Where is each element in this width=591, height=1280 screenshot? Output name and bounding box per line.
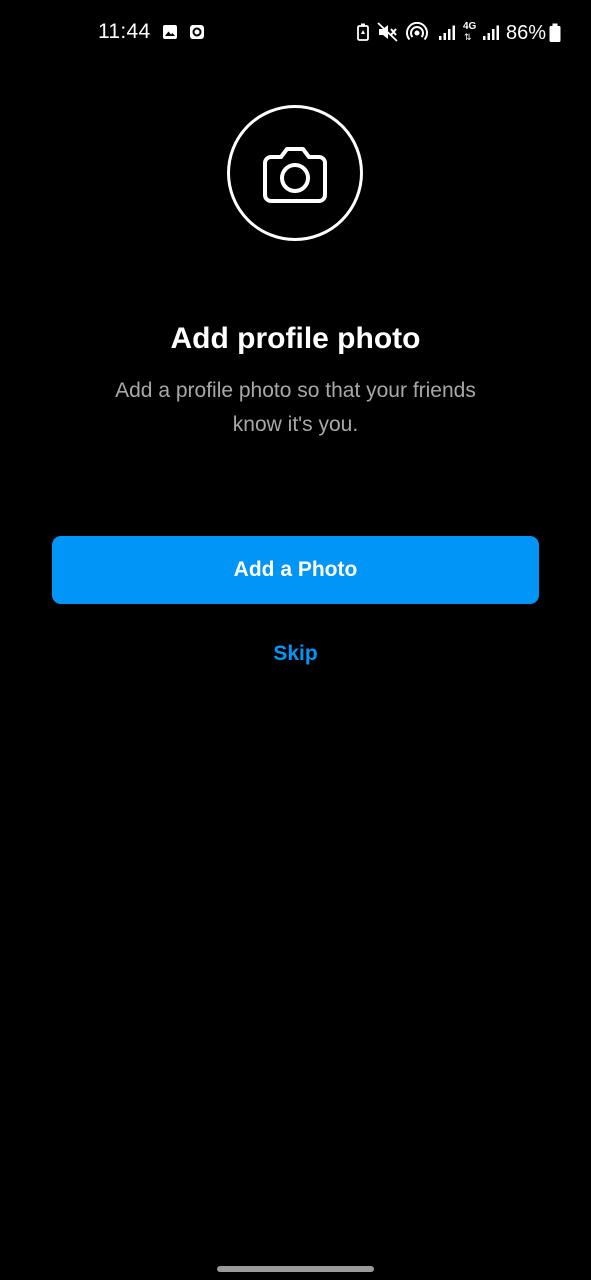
gallery-icon bbox=[162, 24, 178, 45]
signal-icon bbox=[482, 25, 500, 46]
status-time: 11:44 bbox=[98, 20, 151, 43]
status-bar: 11:44 4G ⇅ 86% bbox=[0, 0, 591, 68]
add-photo-button-label: Add a Photo bbox=[233, 558, 358, 581]
camera-icon bbox=[263, 147, 327, 203]
battery-saver-icon bbox=[357, 23, 369, 46]
page-subtitle: Add a profile photo so that your friends… bbox=[115, 379, 476, 436]
profile-photo-placeholder bbox=[227, 105, 363, 241]
add-photo-button[interactable]: Add a Photo bbox=[52, 536, 539, 604]
hotspot-icon bbox=[406, 21, 428, 47]
data-arrows-icon: ⇅ bbox=[464, 32, 472, 42]
skip-button[interactable]: Skip bbox=[0, 642, 591, 666]
signal-icon bbox=[438, 25, 456, 46]
home-indicator[interactable] bbox=[217, 1266, 374, 1272]
mute-icon bbox=[377, 22, 399, 47]
battery-icon bbox=[549, 23, 561, 48]
battery-percent: 86% bbox=[506, 22, 547, 44]
app-notification-icon bbox=[189, 24, 205, 45]
network-type-label: 4G bbox=[463, 21, 477, 32]
page-title: Add profile photo bbox=[170, 322, 421, 355]
